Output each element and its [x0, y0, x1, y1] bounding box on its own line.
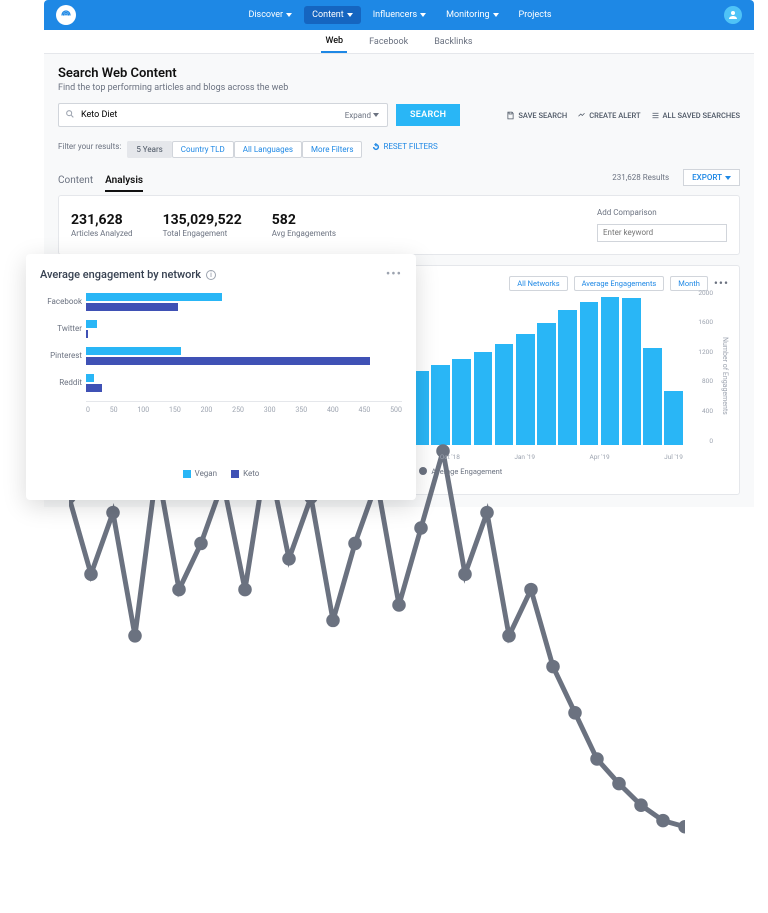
vbar: [601, 297, 620, 445]
nav-monitoring[interactable]: Monitoring: [438, 6, 506, 24]
create-alert-button[interactable]: CREATE ALERT: [577, 111, 640, 120]
filter-label: Filter your results:: [58, 142, 121, 151]
stat-articles-num: 231,628: [71, 212, 133, 228]
hbar-category-label: Pinterest: [40, 351, 82, 360]
nav-content[interactable]: Content: [304, 6, 361, 24]
y2-axis-label: Number of Engagements: [721, 337, 729, 415]
vbar: [516, 334, 535, 444]
save-search-button[interactable]: SAVE SEARCH: [506, 111, 567, 120]
hbar: [86, 303, 178, 311]
overlay-title: Average engagement by networki: [40, 268, 216, 281]
chevron-down-icon: [420, 13, 426, 17]
stat-avg-num: 582: [272, 212, 336, 228]
search-box: Expand: [58, 103, 388, 127]
compare-label: Add Comparison: [597, 208, 727, 217]
view-tab-analysis[interactable]: Analysis: [105, 175, 143, 192]
vbar: [537, 323, 556, 444]
hbar: [86, 347, 181, 355]
stat-engagement-num: 135,029,522: [163, 212, 242, 228]
stats-card: 231,628Articles Analyzed 135,029,522Tota…: [58, 195, 740, 255]
vbar: [452, 359, 471, 444]
compare-input[interactable]: [597, 224, 727, 242]
filter-chip[interactable]: More Filters: [302, 141, 362, 158]
search-icon: [59, 109, 81, 122]
subtabs: Web Facebook Backlinks: [44, 30, 754, 54]
chevron-down-icon: [286, 13, 292, 17]
vbar: [580, 302, 599, 444]
reset-filters-button[interactable]: RESET FILTERS: [372, 142, 437, 151]
top-nav: Discover Content Influencers Monitoring …: [44, 0, 754, 30]
hbar: [86, 293, 222, 301]
network-engagement-card: Average engagement by networki ••• Faceb…: [26, 254, 416, 500]
info-icon[interactable]: i: [206, 270, 216, 280]
export-button[interactable]: EXPORT: [683, 169, 740, 186]
user-avatar[interactable]: [724, 6, 742, 24]
search-button[interactable]: SEARCH: [396, 104, 460, 126]
expand-button[interactable]: Expand: [337, 111, 387, 120]
chevron-down-icon: [493, 13, 499, 17]
nav-discover[interactable]: Discover: [240, 6, 300, 24]
nav-influencers[interactable]: Influencers: [365, 6, 434, 24]
vbar: [558, 310, 577, 445]
hbar-category-label: Facebook: [40, 297, 82, 306]
hbar: [86, 374, 94, 382]
chevron-down-icon: [725, 176, 731, 180]
filter-metric[interactable]: Average Engagements: [574, 276, 665, 291]
page-title: Search Web Content: [58, 66, 740, 81]
hbar-category-label: Reddit: [40, 378, 82, 387]
chevron-down-icon: [347, 13, 353, 17]
vbar: [643, 348, 662, 445]
hbar: [86, 320, 97, 328]
chevron-down-icon: [373, 113, 379, 117]
filter-networks[interactable]: All Networks: [509, 276, 567, 291]
results-count: 231,628 Results: [612, 173, 669, 182]
hbar-category-label: Twitter: [40, 324, 82, 333]
all-saved-searches-button[interactable]: ALL SAVED SEARCHES: [651, 111, 740, 120]
vbar: [474, 352, 493, 445]
legend-vegan: Vegan: [183, 469, 217, 478]
legend-avg-engagement: Average Engagement: [419, 467, 502, 476]
vbar: [664, 391, 683, 444]
vbar: [622, 298, 641, 444]
subtab-backlinks[interactable]: Backlinks: [430, 32, 476, 52]
filter-chip[interactable]: 5 Years: [127, 141, 171, 158]
view-tab-content[interactable]: Content: [58, 175, 93, 190]
hbar: [86, 357, 370, 365]
hbar: [86, 330, 88, 338]
page-subtitle: Find the top performing articles and blo…: [58, 83, 740, 93]
filter-chip[interactable]: Country TLD: [172, 141, 234, 158]
logo: [56, 5, 76, 25]
nav-projects[interactable]: Projects: [511, 6, 560, 24]
subtab-web[interactable]: Web: [321, 31, 347, 53]
search-input[interactable]: [81, 110, 337, 120]
vbar: [431, 365, 450, 445]
vbar: [495, 344, 514, 445]
subtab-facebook[interactable]: Facebook: [365, 32, 412, 52]
hbar: [86, 384, 102, 392]
filter-chip[interactable]: All Languages: [234, 141, 302, 158]
legend-keto: Keto: [231, 469, 259, 478]
